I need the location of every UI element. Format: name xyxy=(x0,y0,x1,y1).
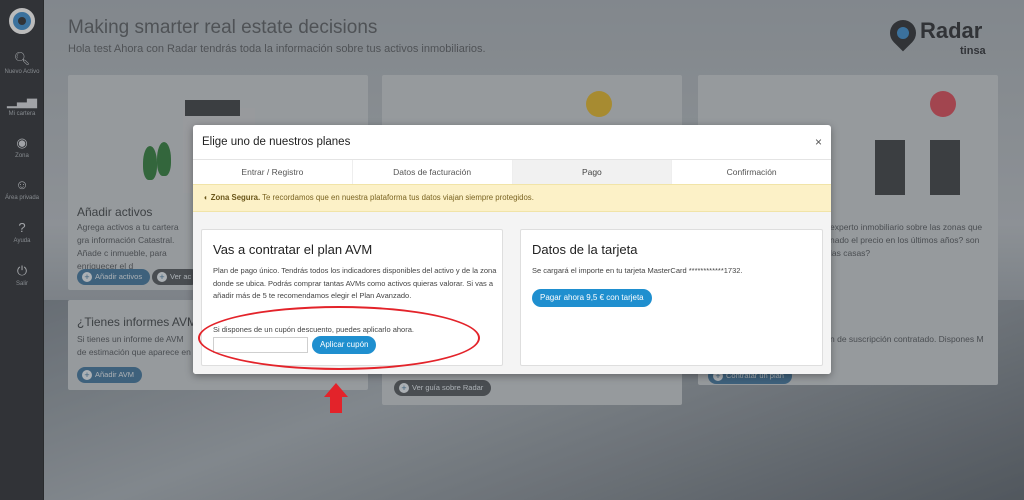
highlight-ellipse xyxy=(198,306,480,370)
modal-title: Elige uno de nuestros planes xyxy=(202,136,351,148)
checkout-steps: Entrar / Registro Datos de facturación P… xyxy=(193,160,831,184)
pay-now-button[interactable]: Pagar ahora 9,5 € con tarjeta xyxy=(532,289,652,307)
tab-entrar-registro[interactable]: Entrar / Registro xyxy=(193,160,353,184)
tab-datos-facturacion[interactable]: Datos de facturación xyxy=(353,160,513,184)
alert-text: Te recordamos que en nuestra plataforma … xyxy=(260,193,534,202)
alert-bold: Zona Segura. xyxy=(210,193,261,202)
up-arrow-icon xyxy=(324,383,348,413)
card-panel: Datos de la tarjeta Se cargará el import… xyxy=(520,229,823,366)
tab-confirmacion[interactable]: Confirmación xyxy=(672,160,831,184)
shield-icon: ◖ xyxy=(203,193,208,202)
tab-pago[interactable]: Pago xyxy=(512,160,673,184)
plan-title: Vas a contratar el plan AVM xyxy=(213,242,373,257)
close-icon[interactable]: × xyxy=(815,135,822,149)
card-title: Datos de la tarjeta xyxy=(532,242,638,257)
card-description: Se cargará el importe en tu tarjeta Mast… xyxy=(532,266,743,275)
secure-zone-alert: ◖ Zona Segura. Te recordamos que en nuest… xyxy=(193,184,831,212)
plan-description: Plan de pago único. Tendrás todos los in… xyxy=(213,266,497,300)
